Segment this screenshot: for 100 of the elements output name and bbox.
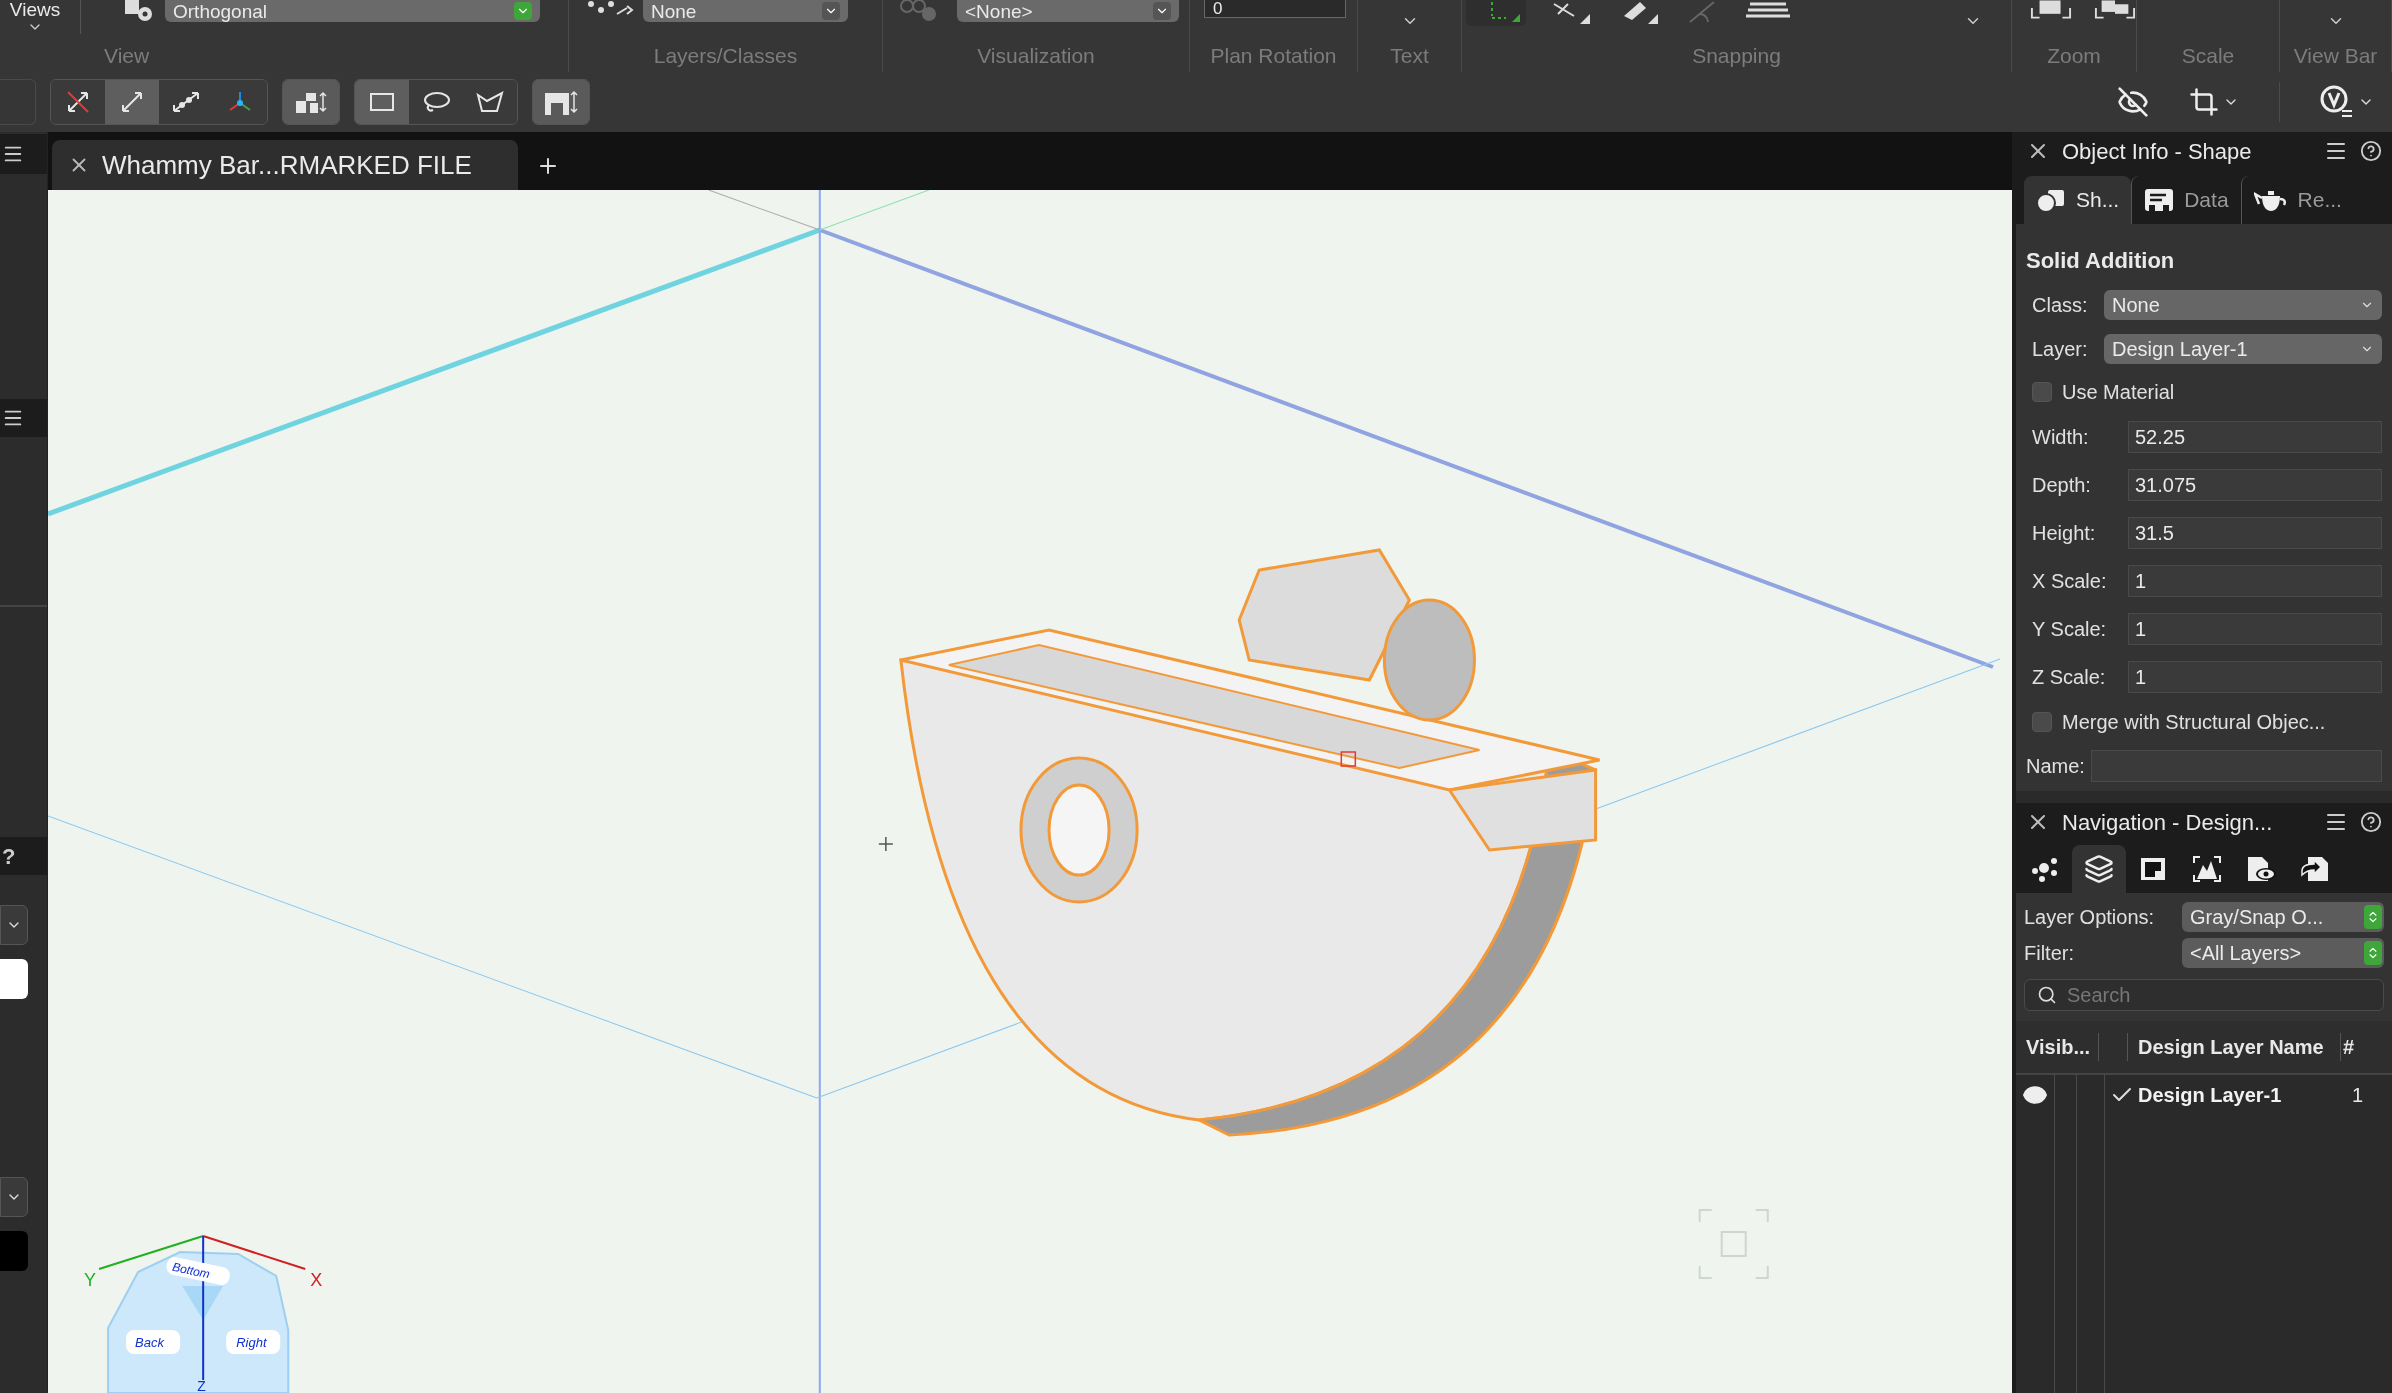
rectangle-select-icon (368, 91, 396, 113)
search-input[interactable]: Search (2067, 980, 2267, 1010)
select-dropdown[interactable]: None (2104, 290, 2382, 320)
value-field[interactable]: 52.25 (2128, 421, 2382, 453)
toolbar-group-label: View (104, 43, 150, 70)
field-label: Depth: (2032, 473, 2092, 498)
stepper-icon (2364, 941, 2382, 965)
cube-face-label: Right (236, 1335, 267, 1350)
tool-button[interactable] (463, 80, 517, 124)
tool-button[interactable] (533, 80, 589, 124)
toolbar-group-label: Plan Rotation (1210, 43, 1337, 70)
tool-button[interactable] (355, 80, 409, 124)
framed-mountain-icon (2192, 855, 2222, 883)
search-icon (2037, 985, 2057, 1005)
checkbox-label: Merge with Structural Objec... (2062, 710, 2326, 735)
tool-button[interactable] (105, 80, 159, 124)
snap-grid-button[interactable] (1466, 0, 1526, 26)
tool-button[interactable] (159, 80, 213, 124)
render-mode-dropdown[interactable]: <None> (957, 0, 1179, 22)
layer-number: 1 (2352, 1083, 2364, 1108)
value-field[interactable]: 31.075 (2128, 469, 2382, 501)
color-swatch[interactable] (0, 959, 28, 999)
select-dropdown[interactable]: Design Layer-1 (2104, 334, 2382, 364)
selection-handle (1340, 751, 1357, 767)
zoom-fit-icon (2030, 0, 2072, 20)
polygon-select-icon (475, 90, 505, 114)
document-tab[interactable]: Whammy Bar...RMARKED FILE (52, 140, 518, 190)
lasso-icon (421, 90, 451, 114)
projection-dropdown[interactable]: Orthogonal (165, 0, 540, 22)
column-header[interactable]: # (2341, 1032, 2355, 1062)
axis-label: Y (84, 1270, 97, 1290)
use-material-checkbox[interactable] (2032, 382, 2052, 402)
stepper-icon (2364, 905, 2382, 929)
toolbar-group-label: Layers/Classes (653, 43, 798, 70)
help-icon[interactable] (2360, 140, 2382, 162)
teapot-icon (2253, 188, 2288, 212)
snap-surface-icon (1746, 0, 1790, 20)
column-header[interactable]: Visib... (2016, 1032, 2088, 1062)
field-label: Class: (2032, 293, 2089, 318)
document-arrow-icon (2300, 855, 2330, 883)
toolbar-group-label: Text (1390, 43, 1429, 70)
tool-button[interactable] (51, 80, 105, 124)
panel-title: Object Info - Shape (2062, 137, 2253, 166)
plan-rotation-field[interactable]: 0 (1204, 0, 1346, 18)
tool-button[interactable] (283, 80, 339, 124)
column-header[interactable]: Design Layer Name (2128, 1032, 2340, 1062)
value-field[interactable]: 1 (2128, 565, 2382, 597)
field-label: Filter: (2024, 941, 2075, 966)
field-label: X Scale: (2032, 569, 2108, 594)
help-icon[interactable] (2360, 811, 2382, 833)
views-label[interactable]: Views (9, 0, 61, 19)
tool-button[interactable] (409, 80, 463, 124)
toolbar-group-label: View Bar (2293, 43, 2378, 70)
dropdown-stub[interactable] (0, 1177, 28, 1217)
field-label: Layer Options: (2024, 905, 2156, 930)
panel-title: Navigation - Design... (2062, 808, 2274, 837)
layer-name[interactable]: Design Layer-1 (2138, 1080, 2352, 1110)
badge-settings-icon[interactable] (2320, 85, 2354, 119)
document-tab-title: Whammy Bar...RMARKED FILE (102, 148, 472, 182)
crosshair-icon (878, 836, 894, 852)
field-label: Layer: (2032, 337, 2089, 362)
field-label: Z Scale: (2032, 665, 2107, 690)
dropdown-stub[interactable] (0, 905, 28, 945)
toolbar-group-label: Scale (2181, 43, 2235, 70)
toolbar-group-label: Snapping (1692, 43, 1781, 70)
value-field[interactable]: 1 (2128, 661, 2382, 693)
crop-icon[interactable] (2189, 87, 2219, 117)
color-swatch[interactable] (0, 1231, 28, 1271)
render-spheres-icon (899, 0, 939, 24)
field-label: Height: (2032, 521, 2097, 546)
layers-icon (2084, 854, 2114, 884)
document-eye-icon (2245, 855, 2277, 883)
value-field[interactable]: 1 (2128, 613, 2382, 645)
panel-tab[interactable]: Sh... (2024, 176, 2132, 224)
section-heading: Solid Addition (2026, 247, 2176, 275)
panel-tab[interactable]: Data (2131, 176, 2241, 224)
zoom-objects-icon (2094, 0, 2136, 20)
field-label: Y Scale: (2032, 617, 2108, 642)
axis-label: Z (197, 1378, 206, 1393)
navigation-tab[interactable] (2072, 845, 2126, 893)
focus-frame-icon (1698, 1209, 1769, 1279)
hidden-eye-icon[interactable] (2117, 86, 2149, 118)
select-dropdown[interactable]: <All Layers> (2182, 938, 2384, 968)
record-icon (2144, 188, 2175, 212)
snap-off-icon (65, 89, 91, 115)
class-dropdown[interactable]: None (643, 0, 848, 22)
panel-tab[interactable]: Re... (2240, 176, 2354, 224)
cube-face-label: Back (135, 1335, 164, 1350)
align-icon (294, 89, 328, 115)
sheet-icon (2139, 856, 2167, 882)
select-dropdown[interactable]: Gray/Snap O... (2182, 902, 2384, 932)
value-field[interactable]: 31.5 (2128, 517, 2382, 549)
merge-checkbox[interactable] (2032, 712, 2052, 732)
search-field[interactable]: Search (2024, 979, 2384, 1011)
toolbar-group-label: Visualization (977, 43, 1095, 70)
network-icon (2030, 855, 2060, 883)
3d-viewport[interactable]: Y X Z Bottom Back Right (48, 190, 2012, 1393)
shapes-icon (2036, 188, 2066, 212)
toolbar-group-label: Zoom (2047, 43, 2101, 70)
resize-arrows-icon (119, 89, 145, 115)
